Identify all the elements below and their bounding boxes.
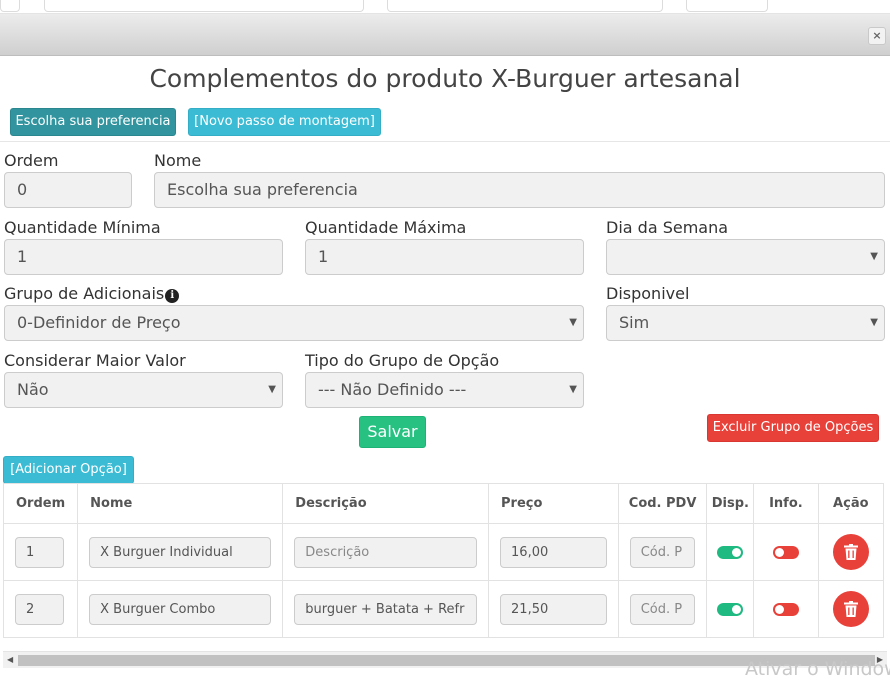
row-nome-input[interactable]: X Burguer Individual <box>89 536 272 568</box>
modal-title: Complementos do produto X-Burguer artesa… <box>149 64 741 93</box>
caret-down-icon: ▼ <box>870 317 878 328</box>
table-row: 2 X Burguer Combo burguer + Batata + Ref… <box>2 580 885 638</box>
column-header-info: Info. <box>753 483 819 524</box>
trash-icon <box>843 544 858 560</box>
caret-down-icon: ▼ <box>569 317 577 328</box>
row-descricao-input[interactable]: Descrição <box>294 536 478 568</box>
dia-select[interactable]: ▼ <box>606 239 885 275</box>
background-field <box>0 0 20 12</box>
grupo-label: Grupo de Adicionais i <box>4 284 180 303</box>
maior-valor-label: Considerar Maior Valor <box>4 351 186 370</box>
qtd-max-input[interactable]: 1 <box>305 239 584 275</box>
delete-option-button[interactable] <box>832 591 869 627</box>
qtd-min-input[interactable]: 1 <box>4 239 283 275</box>
options-table: Ordem Nome Descrição Preço Cod. PDV Disp… <box>2 483 885 638</box>
windows-activation-watermark: Ativar o Windows <box>745 658 890 680</box>
close-button[interactable]: × <box>868 27 886 45</box>
grupo-label-text: Grupo de Adicionais <box>4 284 165 303</box>
table-header-row: Ordem Nome Descrição Preço Cod. PDV Disp… <box>2 483 885 524</box>
column-header-acao: Ação <box>817 483 885 524</box>
row-descricao-input[interactable]: burguer + Batata + Refr <box>294 593 478 625</box>
maior-valor-select-value: Não <box>17 380 49 399</box>
maior-valor-select[interactable]: Não ▼ <box>4 372 283 408</box>
info-toggle[interactable] <box>772 602 799 616</box>
disponivel-select-value: Sim <box>619 313 650 332</box>
row-ordem-input[interactable]: 1 <box>15 536 64 568</box>
delete-option-button[interactable] <box>832 534 869 570</box>
column-header-disp: Disp. <box>706 483 755 524</box>
modal-header: × <box>0 14 890 56</box>
toggle-knob <box>774 547 784 557</box>
row-pdv-placeholder: Cód. P <box>640 544 683 560</box>
column-header-preco: Preço <box>488 483 619 524</box>
disponivel-select[interactable]: Sim ▼ <box>606 305 885 341</box>
disponivel-label: Disponivel <box>606 284 690 303</box>
toggle-knob <box>774 604 784 614</box>
grupo-select[interactable]: 0-Definidor de Preço ▼ <box>4 305 584 341</box>
row-ordem-input[interactable]: 2 <box>15 593 64 625</box>
tipo-select[interactable]: --- Não Definido --- ▼ <box>305 372 584 408</box>
caret-down-icon: ▼ <box>870 251 878 262</box>
row-descricao-placeholder: Descrição <box>305 544 370 560</box>
row-nome-input[interactable]: X Burguer Combo <box>89 593 272 625</box>
toggle-knob <box>732 547 742 557</box>
disp-toggle[interactable] <box>717 545 744 559</box>
preference-step-button[interactable]: Escolha sua preferencia <box>10 108 176 136</box>
info-toggle[interactable] <box>772 545 799 559</box>
column-header-ordem: Ordem <box>2 483 79 524</box>
row-pdv-placeholder: Cód. P <box>640 601 683 617</box>
column-header-pdv: Cod. PDV <box>617 483 708 524</box>
ordem-input[interactable]: 0 <box>4 172 132 208</box>
scroll-left-icon[interactable]: ◀ <box>7 655 13 664</box>
row-preco-input[interactable]: 16,00 <box>500 536 607 568</box>
info-icon[interactable]: i <box>165 289 180 303</box>
caret-down-icon: ▼ <box>569 384 577 395</box>
column-header-nome: Nome <box>77 483 284 524</box>
nome-label: Nome <box>154 151 202 170</box>
dia-label: Dia da Semana <box>606 218 729 237</box>
tipo-select-value: --- Não Definido --- <box>318 380 467 399</box>
delete-group-button[interactable]: Excluir Grupo de Opções <box>707 414 879 442</box>
new-step-button[interactable]: [Novo passo de montagem] <box>188 108 381 136</box>
background-field <box>387 0 663 12</box>
divider <box>0 141 890 142</box>
toggle-knob <box>732 604 742 614</box>
add-option-button[interactable]: [Adicionar Opção] <box>3 456 134 484</box>
table-row: 1 X Burguer Individual Descrição 16,00 C… <box>2 523 885 581</box>
column-header-descricao: Descrição <box>282 483 490 524</box>
save-button[interactable]: Salvar <box>359 416 426 448</box>
qtd-min-label: Quantidade Mínima <box>4 218 161 237</box>
trash-icon <box>843 601 858 617</box>
row-pdv-input[interactable]: Cód. P <box>629 593 696 625</box>
caret-down-icon: ▼ <box>268 384 276 395</box>
tipo-label: Tipo do Grupo de Opção <box>305 351 500 370</box>
disp-toggle[interactable] <box>717 602 744 616</box>
row-preco-input[interactable]: 21,50 <box>500 593 607 625</box>
row-pdv-input[interactable]: Cód. P <box>629 536 696 568</box>
close-icon: × <box>872 29 882 42</box>
background-field <box>686 0 768 12</box>
nome-input[interactable]: Escolha sua preferencia <box>154 172 885 208</box>
background-page <box>0 0 890 14</box>
ordem-label: Ordem <box>4 151 59 170</box>
grupo-select-value: 0-Definidor de Preço <box>17 313 181 332</box>
qtd-max-label: Quantidade Máxima <box>305 218 467 237</box>
background-field <box>44 0 364 12</box>
